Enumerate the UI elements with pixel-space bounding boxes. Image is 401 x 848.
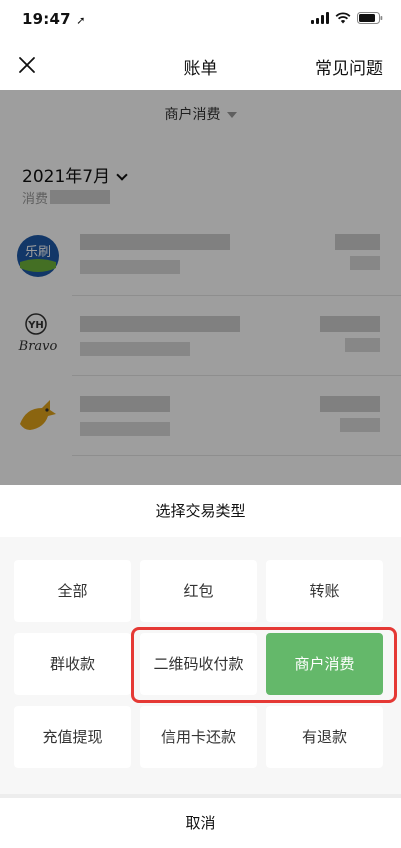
battery-icon — [357, 12, 383, 24]
option-group-collection[interactable]: 群收款 — [14, 633, 131, 695]
sheet-title: 选择交易类型 — [0, 485, 401, 537]
modal-backdrop[interactable] — [0, 90, 401, 485]
option-credit-card-repay[interactable]: 信用卡还款 — [140, 706, 257, 768]
option-all[interactable]: 全部 — [14, 560, 131, 622]
faq-link[interactable]: 常见问题 — [315, 54, 383, 79]
option-transfer[interactable]: 转账 — [266, 560, 383, 622]
status-icons — [311, 12, 383, 24]
option-red-packet[interactable]: 红包 — [140, 560, 257, 622]
status-time: 19:47 ➚ — [22, 10, 86, 28]
option-refunded[interactable]: 有退款 — [266, 706, 383, 768]
annotation-highlight-box — [131, 627, 397, 703]
option-topup-withdraw[interactable]: 充值提现 — [14, 706, 131, 768]
nav-bar: 账单 常见问题 — [0, 40, 401, 90]
cellular-signal-icon — [311, 12, 329, 24]
cancel-button[interactable]: 取消 — [0, 798, 401, 848]
wifi-icon — [335, 12, 351, 24]
status-bar: 19:47 ➚ — [0, 0, 401, 40]
